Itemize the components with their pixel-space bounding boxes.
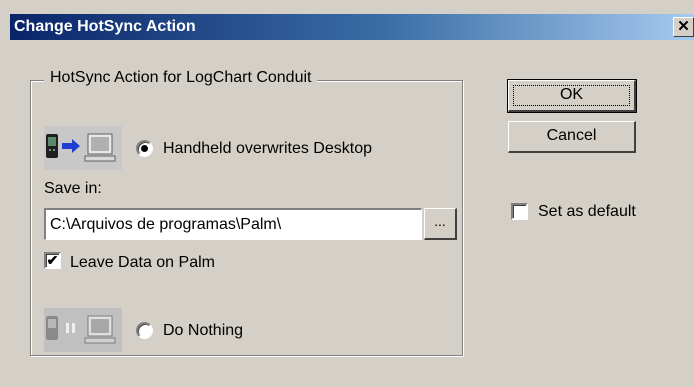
title-bar: Change HotSync Action ✕ (0, 0, 694, 44)
save-in-path-input[interactable]: C:\Arquivos de programas\Palm\ (44, 208, 422, 240)
handheld-to-desktop-icon[interactable] (44, 126, 122, 170)
radio-handheld-overwrites[interactable] (136, 140, 153, 157)
handheld-overwrites-label[interactable]: Handheld overwrites Desktop (163, 140, 372, 158)
cancel-button-label: Cancel (546, 127, 597, 144)
ok-button[interactable]: OK (507, 79, 637, 113)
radio-selected-dot (141, 145, 148, 152)
save-in-label: Save in: (44, 180, 102, 197)
browse-button-label: ... (434, 213, 446, 229)
leave-data-label[interactable]: Leave Data on Palm (70, 254, 215, 272)
radio-do-nothing[interactable] (136, 322, 153, 339)
check-mark-icon: ✔ (46, 252, 59, 268)
window-title: Change HotSync Action (14, 18, 196, 35)
group-legend: HotSync Action for LogChart Conduit (44, 69, 318, 87)
leave-data-checkbox[interactable]: ✔ (44, 252, 61, 269)
close-icon: ✕ (677, 18, 690, 35)
close-button[interactable]: ✕ (673, 17, 694, 37)
cancel-button[interactable]: Cancel (508, 121, 636, 153)
set-default-checkbox[interactable] (511, 203, 528, 220)
save-in-path-value: C:\Arquivos de programas\Palm\ (50, 216, 282, 233)
do-nothing-sync-icon[interactable] (44, 308, 122, 352)
do-nothing-label[interactable]: Do Nothing (163, 322, 243, 340)
browse-button[interactable]: ... (424, 208, 457, 240)
focus-rect (513, 85, 630, 106)
set-default-label[interactable]: Set as default (538, 203, 636, 221)
